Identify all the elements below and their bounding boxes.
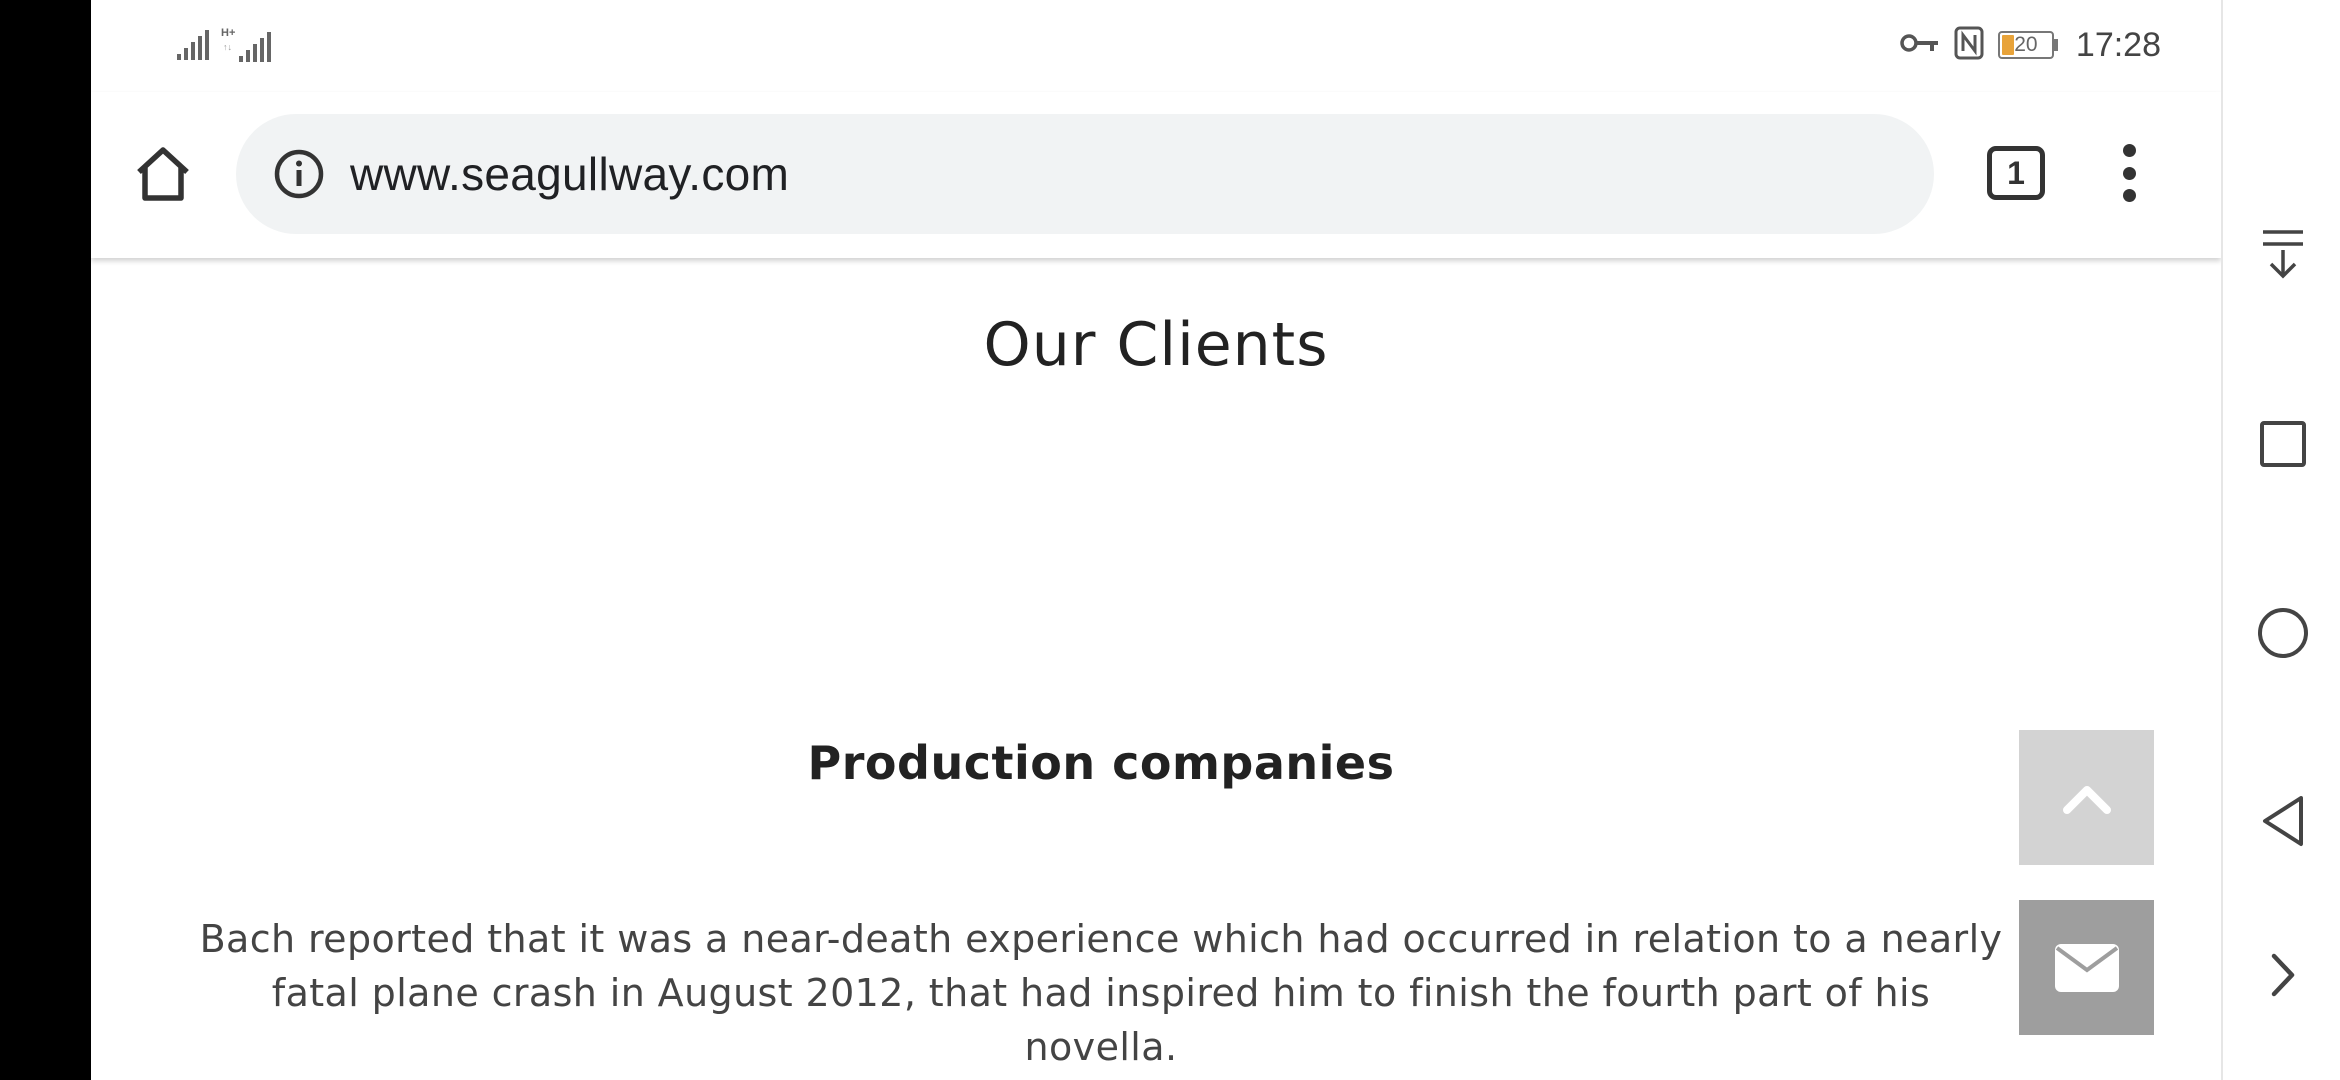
navigation-bar <box>2221 0 2340 1080</box>
status-bar: H+ ↑↓ 20 17:28 <box>91 0 2221 92</box>
recents-button[interactable] <box>2223 420 2340 468</box>
more-vert-icon[interactable] <box>2109 140 2149 206</box>
tab-switcher-button[interactable]: 1 <box>1987 146 2045 200</box>
signal-icon <box>177 28 211 60</box>
svg-text:↑↓: ↑↓ <box>223 42 232 52</box>
phone-screen: H+ ↑↓ 20 17:28 www.seagullway.com 1 Our … <box>91 0 2221 1080</box>
home-icon <box>137 147 189 201</box>
battery-fill <box>2001 35 2014 55</box>
tab-count: 1 <box>2007 154 2025 191</box>
url-text[interactable]: www.seagullway.com <box>350 147 789 201</box>
nfc-icon <box>1954 26 1984 64</box>
info-icon[interactable] <box>274 149 324 199</box>
browser-toolbar: www.seagullway.com 1 <box>91 92 2221 258</box>
notification-pulldown-icon <box>2262 230 2303 279</box>
address-bar[interactable]: www.seagullway.com <box>236 114 1934 234</box>
subsection-title: Production companies <box>807 736 1395 790</box>
svg-text:H+: H+ <box>221 27 235 39</box>
home-button[interactable] <box>127 138 199 210</box>
left-black-edge <box>0 0 91 1080</box>
mail-icon <box>2054 943 2119 992</box>
expand-right-icon <box>2271 953 2294 997</box>
clock: 17:28 <box>2075 25 2161 64</box>
notification-pulldown-button[interactable] <box>2223 228 2340 280</box>
back-icon <box>2262 796 2303 846</box>
page-content: Our Clients Production companies Bach re… <box>91 258 2221 1080</box>
status-right-group: 20 17:28 <box>1900 22 2161 68</box>
section-title: Our Clients <box>983 310 1329 380</box>
chevron-up-icon <box>2062 785 2111 814</box>
home-circle-icon <box>2257 608 2308 658</box>
battery-level: 20 <box>2014 33 2038 56</box>
scroll-to-top-button[interactable] <box>2019 730 2154 865</box>
recents-icon <box>2259 421 2306 467</box>
back-button[interactable] <box>2223 794 2340 848</box>
home-nav-button[interactable] <box>2223 606 2340 660</box>
key-icon <box>1900 31 1940 59</box>
body-paragraph: Bach reported that it was a near-death e… <box>199 917 2003 1069</box>
contact-mail-button[interactable] <box>2019 900 2154 1035</box>
battery-icon: 20 <box>1997 31 2058 59</box>
hplus-signal-icon: H+ ↑↓ <box>221 26 277 62</box>
expand-right-button[interactable] <box>2223 952 2340 998</box>
